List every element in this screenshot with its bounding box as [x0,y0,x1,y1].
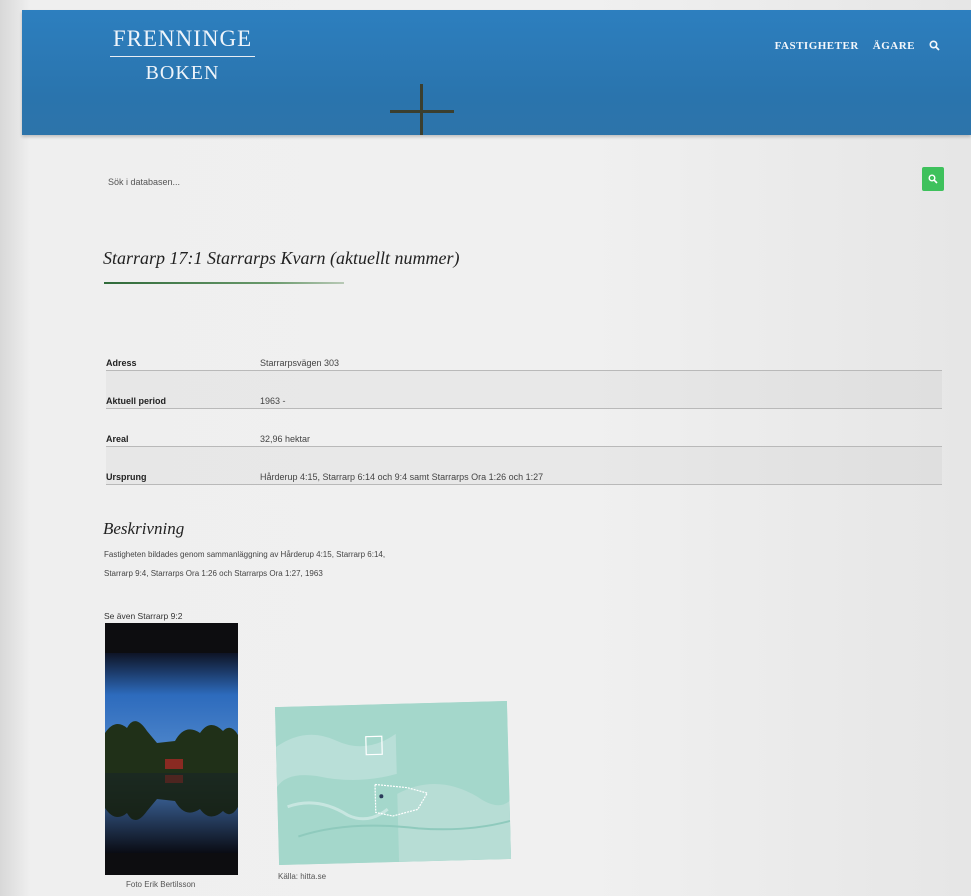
map-caption: Källa: hitta.se [278,872,327,881]
logo-divider [110,56,255,57]
site-logo[interactable]: FRENNINGE BOKEN [110,26,255,84]
row-key-period: Aktuell period [106,371,260,409]
row-key-areal: Areal [106,434,129,444]
property-map[interactable] [274,700,512,866]
row-value-period: 1963 - [260,371,942,409]
row-value-adress: Starrarpsvägen 303 [260,358,340,368]
row-value-ursprung: Hårderup 4:15, Starrarp 6:14 och 9:4 sam… [260,447,942,485]
site-header: FRENNINGE BOKEN FASTIGHETER ÄGARE [22,10,971,135]
page-title: Starrarp 17:1 Starrarps Kvarn (aktuellt … [103,248,460,268]
description-heading: Beskrivning [103,519,185,538]
main-nav: FASTIGHETER ÄGARE [775,40,941,52]
search-input[interactable] [108,170,908,194]
row-value-areal: 32,96 hektar [260,434,311,444]
see-also-link[interactable]: Se även Starrarp 9:2 [104,611,182,621]
description-line-1: Fastigheten bildades genom sammanläggnin… [104,550,386,559]
table-row: Areal 32,96 hektar [106,409,942,447]
table-row: Adress Starrarpsvägen 303 [106,333,942,371]
photo-caption: Foto Erik Bertilsson [126,880,196,889]
cross-mark-horizontal [390,110,454,113]
property-photo[interactable] [105,623,238,875]
row-key-ursprung: Ursprung [106,447,260,485]
title-underline [104,282,344,284]
search-button[interactable] [922,167,944,191]
description-text: Fastigheten bildades genom sammanläggnin… [104,545,544,583]
table-row: Ursprung Hårderup 4:15, Starrarp 6:14 oc… [106,447,942,485]
property-details-table: Adress Starrarpsvägen 303 Aktuell period… [106,333,942,485]
row-key-adress: Adress [106,358,137,368]
description-line-2: Starrarp 9:4, Starrarps Ora 1:26 och Sta… [104,569,323,578]
database-search [108,167,946,195]
logo-text-bottom: BOKEN [145,62,220,84]
nav-item-fastigheter[interactable]: FASTIGHETER [775,40,859,52]
table-row: Aktuell period 1963 - [106,371,942,409]
logo-text-top: FRENNINGE [112,26,253,51]
nav-item-agare[interactable]: ÄGARE [873,40,915,52]
search-icon [928,174,938,184]
search-icon[interactable] [929,40,941,52]
